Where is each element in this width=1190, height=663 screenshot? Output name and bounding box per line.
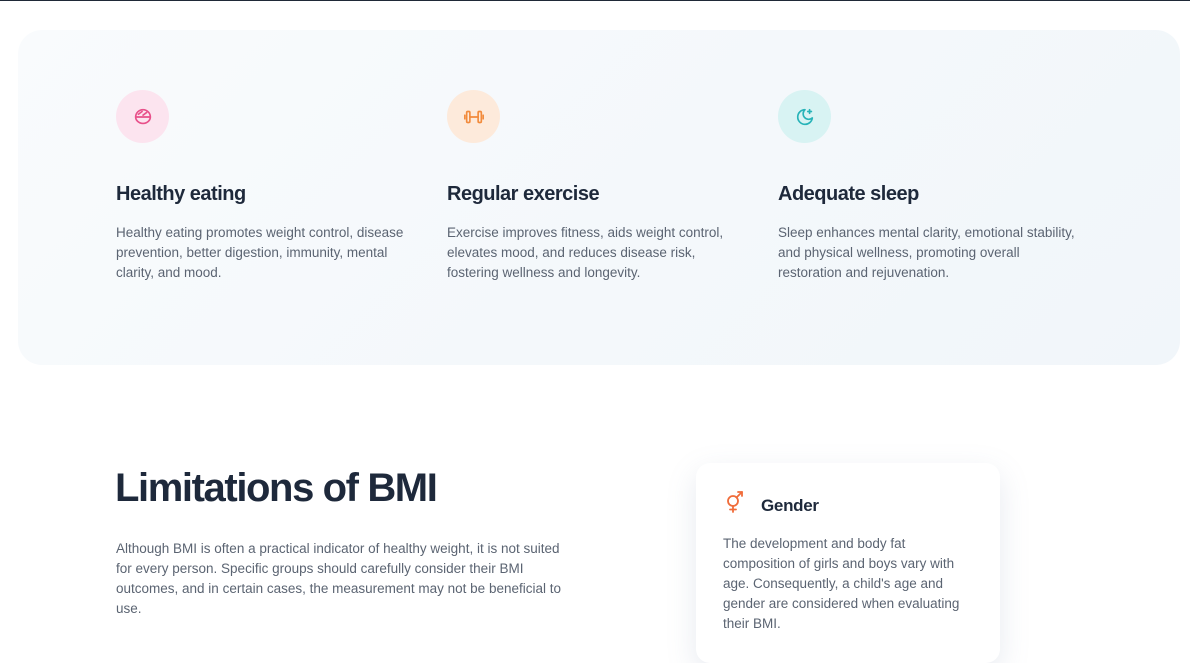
gender-icon bbox=[723, 491, 747, 520]
feature-title: Healthy eating bbox=[116, 183, 246, 205]
feature-description: Healthy eating promotes weight control, … bbox=[116, 225, 404, 280]
dumbbell-icon bbox=[447, 90, 500, 143]
gender-card: Gender The development and body fat comp… bbox=[696, 463, 1000, 663]
feature-healthy-eating: Healthy eating Healthy eating promotes w… bbox=[116, 90, 416, 283]
card-header: Gender bbox=[723, 491, 974, 520]
moon-stars-icon bbox=[778, 90, 831, 143]
feature-adequate-sleep: Adequate sleep Sleep enhances mental cla… bbox=[778, 90, 1078, 283]
limitations-heading: Limitations of BMI bbox=[115, 466, 438, 510]
bowl-icon bbox=[116, 90, 169, 143]
top-divider bbox=[0, 0, 1190, 1]
feature-description: Exercise improves fitness, aids weight c… bbox=[447, 225, 724, 280]
limitations-description: Although BMI is often a practical indica… bbox=[116, 541, 561, 616]
card-title: Gender bbox=[761, 495, 819, 515]
feature-description: Sleep enhances mental clarity, emotional… bbox=[778, 225, 1075, 280]
feature-title: Adequate sleep bbox=[778, 183, 919, 205]
card-description: The development and body fat composition… bbox=[723, 536, 960, 631]
feature-title: Regular exercise bbox=[447, 183, 600, 205]
feature-regular-exercise: Regular exercise Exercise improves fitne… bbox=[447, 90, 747, 283]
